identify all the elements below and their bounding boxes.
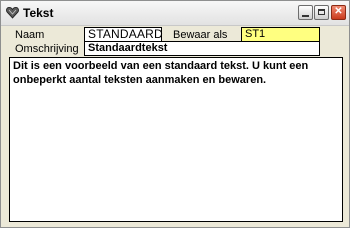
minimize-icon: [302, 15, 309, 17]
window-title: Tekst: [23, 6, 54, 20]
title-bar[interactable]: Tekst ✕: [1, 1, 349, 26]
description-field[interactable]: Standaardtekst: [84, 41, 320, 56]
minimize-button[interactable]: [298, 5, 313, 20]
description-label: Omschrijving: [15, 43, 79, 55]
save-as-field[interactable]: ST1: [241, 27, 320, 42]
name-field[interactable]: STANDAARD: [84, 27, 163, 42]
form-area: Naam STANDAARD Bewaar als ST1 Omschrijvi…: [4, 27, 346, 224]
save-as-label: Bewaar als: [173, 29, 228, 41]
heart-icon[interactable]: [6, 6, 19, 19]
text-body-memo[interactable]: Dit is een voorbeeld van een standaard t…: [9, 57, 343, 222]
close-button[interactable]: ✕: [331, 5, 346, 20]
name-label: Naam: [15, 29, 45, 41]
text-window: Tekst ✕ Naam STANDAARD Bewaar als ST1 Om…: [0, 0, 350, 228]
maximize-button[interactable]: [314, 5, 329, 20]
maximize-icon: [318, 9, 325, 15]
close-icon: ✕: [334, 6, 343, 17]
